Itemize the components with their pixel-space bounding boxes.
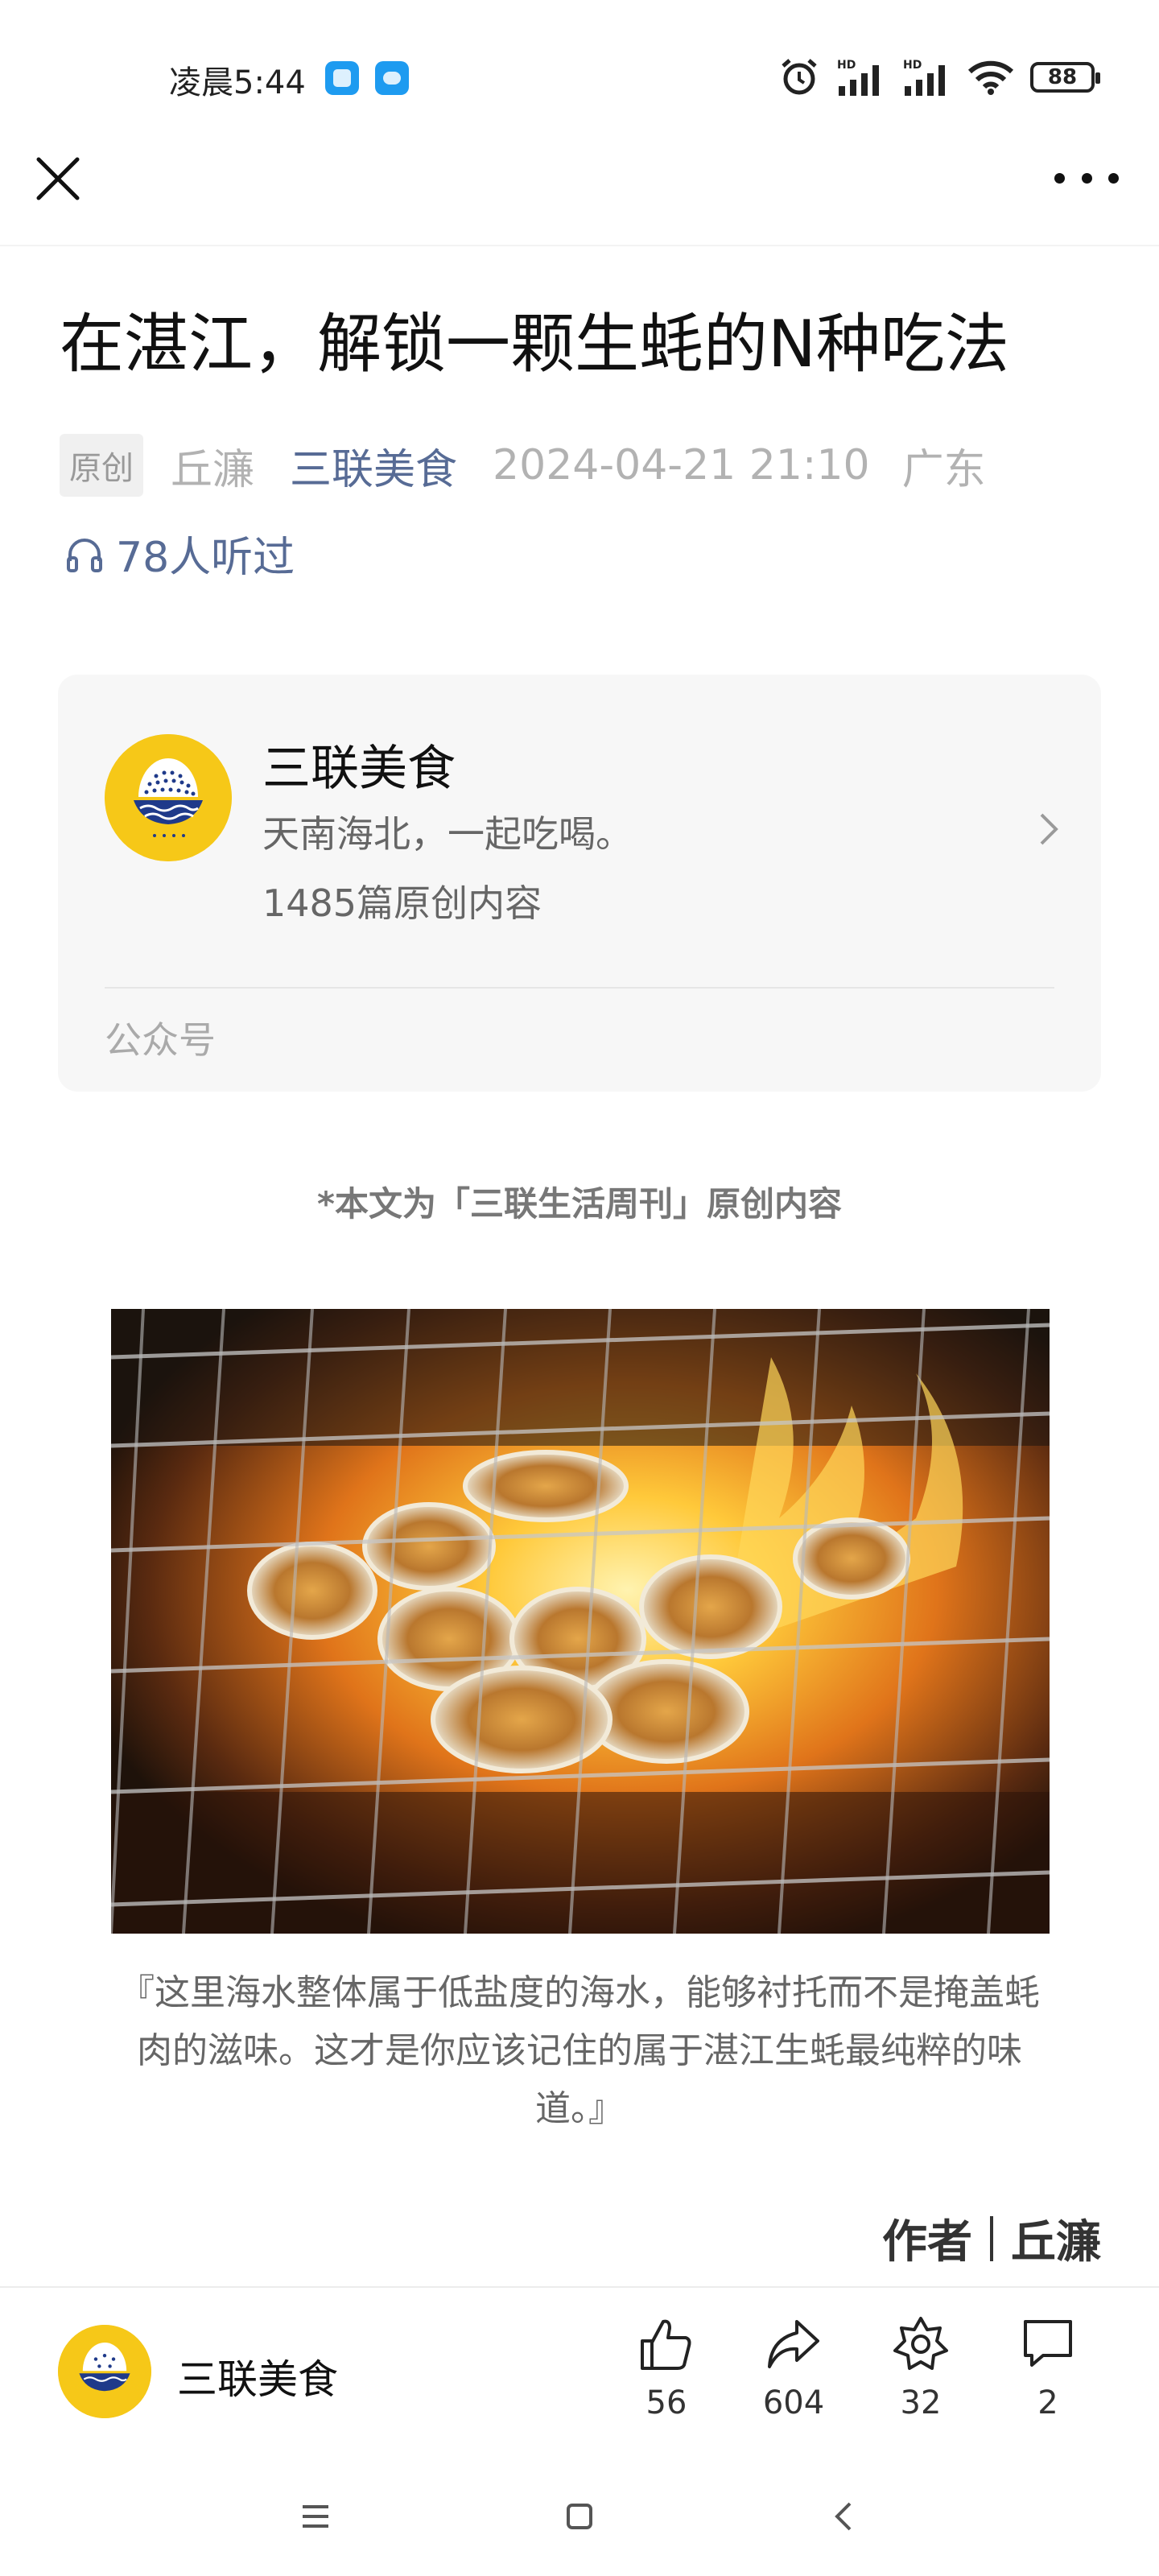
author-byline: 作者 丘濂 bbox=[882, 2206, 1101, 2271]
account-avatar-small[interactable] bbox=[58, 2325, 151, 2418]
original-tag: 原创 bbox=[60, 434, 143, 497]
account-card[interactable]: 三联美食 天南海北，一起吃喝。 1485篇原创内容 公众号 bbox=[58, 675, 1101, 1092]
like-count: 56 bbox=[645, 2384, 687, 2421]
like-button[interactable]: 56 bbox=[618, 2315, 715, 2436]
original-content-note: *本文为「三联生活周刊」原创内容 bbox=[317, 1184, 842, 1224]
publish-location: 广东 bbox=[901, 445, 986, 494]
account-link[interactable]: 三联美食 bbox=[290, 436, 457, 496]
comment-count: 2 bbox=[1037, 2384, 1058, 2421]
account-description: 天南海北，一起吃喝。 bbox=[262, 812, 633, 856]
share-arrow-icon bbox=[768, 2320, 819, 2368]
thumbs-up-icon bbox=[641, 2319, 691, 2370]
battery-level: 88 bbox=[1047, 65, 1078, 89]
close-icon[interactable] bbox=[32, 153, 84, 204]
account-name: 三联美食 bbox=[262, 741, 456, 797]
bottom-toolbar: 三联美食 56 604 32 2 bbox=[0, 2286, 1159, 2455]
publish-date: 2024-04-21 21:10 bbox=[493, 441, 870, 489]
hd-signal-icon: HD bbox=[837, 59, 879, 96]
share-count: 604 bbox=[762, 2384, 825, 2421]
original-content-count: 1485篇原创内容 bbox=[262, 881, 542, 925]
back-icon[interactable] bbox=[821, 2492, 869, 2541]
byline-separator bbox=[990, 2215, 993, 2261]
bottom-account-name[interactable]: 三联美食 bbox=[177, 2347, 338, 2405]
cloud-app-icon bbox=[375, 61, 409, 95]
headphones-icon bbox=[67, 538, 102, 572]
chevron-right-icon bbox=[1040, 813, 1058, 845]
more-options-icon[interactable] bbox=[1054, 158, 1119, 198]
account-avatar bbox=[105, 734, 232, 861]
listen-count: 78人听过 bbox=[116, 534, 295, 582]
top-action-bar bbox=[0, 121, 1159, 242]
status-icons: HD HD 88 bbox=[779, 56, 1100, 98]
comment-bubble-icon bbox=[1024, 2320, 1072, 2367]
hd-signal-icon: HD bbox=[903, 59, 945, 96]
listen-button[interactable]: 78人听过 bbox=[64, 523, 295, 584]
status-time: 凌晨5:44 bbox=[169, 64, 306, 101]
menu-icon[interactable] bbox=[291, 2492, 340, 2541]
byline-label: 作者 bbox=[882, 2216, 972, 2268]
status-bar: 凌晨5:44 HD HD 88 bbox=[0, 0, 1159, 121]
favorite-count: 32 bbox=[900, 2384, 942, 2421]
app-notification-icon bbox=[325, 61, 359, 95]
svg-text:HD: HD bbox=[903, 59, 922, 72]
author-name: 丘濂 bbox=[171, 445, 255, 494]
card-divider bbox=[105, 987, 1054, 989]
share-button[interactable]: 604 bbox=[745, 2315, 842, 2436]
grilled-oysters-photo bbox=[111, 1309, 1050, 1934]
byline-name: 丘濂 bbox=[1011, 2216, 1101, 2268]
svg-text:HD: HD bbox=[837, 59, 856, 72]
system-nav-bar bbox=[0, 2455, 1159, 2576]
battery-icon: 88 bbox=[1030, 62, 1100, 93]
wifi-icon bbox=[967, 60, 1014, 95]
favorite-button[interactable]: 32 bbox=[872, 2315, 969, 2436]
article-meta: 原创 丘濂 三联美食 2024-04-21 21:10 广东 bbox=[60, 434, 986, 497]
home-icon[interactable] bbox=[555, 2492, 604, 2541]
recommend-star-icon bbox=[893, 2317, 948, 2370]
article-title: 在湛江，解锁一颗生蚝的N种吃法 bbox=[60, 307, 1009, 382]
account-type: 公众号 bbox=[105, 1018, 216, 1062]
header-divider bbox=[0, 245, 1159, 246]
comment-button[interactable]: 2 bbox=[1000, 2315, 1096, 2436]
alarm-icon bbox=[782, 59, 817, 95]
photo-caption: 『这里海水整体属于低盐度的海水，能够衬托而不是掩盖蚝肉的滋味。这才是你应该记住的… bbox=[119, 1972, 1040, 2129]
